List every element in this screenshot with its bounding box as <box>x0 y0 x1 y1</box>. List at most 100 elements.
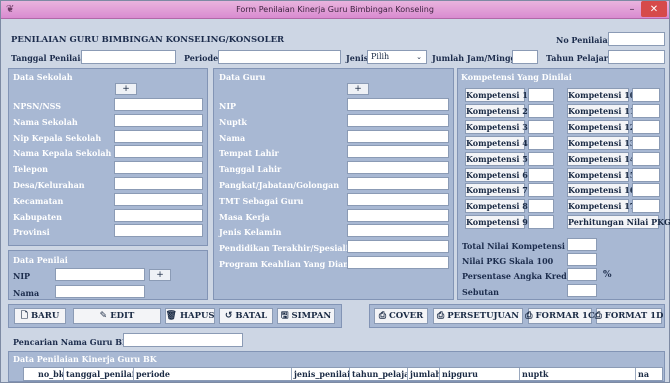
kompetensi-5-button[interactable]: Kompetensi 5 <box>465 151 528 166</box>
kompetensi-15-score[interactable] <box>632 167 660 182</box>
kompetensi-11-button[interactable]: Kompetensi 11 <box>567 103 635 118</box>
kompetensi-10-button[interactable]: Kompetensi 10 <box>567 88 635 102</box>
no-penilaian-input[interactable] <box>608 32 665 46</box>
sekolah-npsn-nss-input[interactable] <box>114 98 203 111</box>
kompetensi-1-button[interactable]: Kompetensi 1 <box>465 88 528 102</box>
kompetensi-5-score[interactable] <box>528 151 554 166</box>
kompetensi-10-score[interactable] <box>632 88 660 102</box>
kompetensi-7-button[interactable]: Kompetensi 7 <box>465 183 528 198</box>
guru-nuptk-input[interactable] <box>347 113 449 127</box>
tanggal-penilaian-input[interactable] <box>81 50 176 64</box>
perhitungan-nilai-pkg-button[interactable]: Perhitungan Nilai PKG <box>567 215 670 229</box>
kompetensi-6-button[interactable]: Kompetensi 6 <box>465 167 528 182</box>
sekolah-nama-sekolah-input[interactable] <box>114 113 203 127</box>
hapus-button[interactable]: 🗑 HAPUS <box>165 308 215 324</box>
sekolah-kecamatan-input[interactable] <box>114 192 203 206</box>
guru-tmt-sebagai-guru-input[interactable] <box>347 192 449 206</box>
kompetensi-17-score[interactable] <box>632 199 660 214</box>
trash-icon: 🗑 <box>165 311 177 321</box>
sekolah-nama-kepala-sekolah-input[interactable] <box>114 145 203 159</box>
guru-program-keahlian-yang-diampu-input[interactable] <box>347 256 449 269</box>
kompetensi-9-button[interactable]: Kompetensi 9 <box>465 215 528 230</box>
kompetensi-4-score[interactable] <box>528 135 554 150</box>
jenis-select[interactable]: Pilih ⌄ <box>367 50 427 64</box>
kompetensi-15-button[interactable]: Kompetensi 15 <box>567 167 635 182</box>
sekolah-desa-kelurahan-input[interactable] <box>114 177 203 190</box>
kompetensi-6-score[interactable] <box>528 167 554 182</box>
kompetensi-13-score[interactable] <box>632 135 660 150</box>
guru-nip-input[interactable] <box>347 98 449 111</box>
guru-tempat-lahir-input[interactable] <box>347 145 449 159</box>
kompetensi-2-button[interactable]: Kompetensi 2 <box>465 103 528 118</box>
batal-button[interactable]: ↺ BATAL <box>219 308 273 324</box>
add-penilai-button[interactable]: + <box>149 269 171 281</box>
add-sekolah-button[interactable]: + <box>115 83 137 95</box>
kompetensi-8-button[interactable]: Kompetensi 8 <box>465 199 528 214</box>
column-header-nuptk[interactable]: nuptk <box>520 368 636 380</box>
kompetensi-2-score[interactable] <box>528 103 554 118</box>
guru-masa-kerja-label: Masa Kerja <box>219 211 270 222</box>
kompetensi-12-score[interactable] <box>632 119 660 134</box>
kompetensi-4-button[interactable]: Kompetensi 4 <box>465 135 528 150</box>
kompetensi-13-button[interactable]: Kompetensi 13 <box>567 135 635 150</box>
kompetensi-3-score[interactable] <box>528 119 554 134</box>
persentase-output <box>567 268 597 281</box>
kompetensi-14-button[interactable]: Kompetensi 14 <box>567 151 635 166</box>
column-header-na[interactable]: na <box>636 368 670 380</box>
penilai-nip-input[interactable] <box>55 268 145 281</box>
edit-button[interactable]: ✎ EDIT <box>73 308 161 324</box>
guru-masa-kerja-input[interactable] <box>347 208 449 222</box>
column-header-nipguru[interactable]: nipguru <box>440 368 520 380</box>
kompetensi-7-score[interactable] <box>528 183 554 198</box>
search-input[interactable] <box>123 333 243 347</box>
guru-pangkat-jabatan-golongan-input[interactable] <box>347 177 449 190</box>
close-button[interactable]: ✕ <box>641 1 667 17</box>
kompetensi-1-score[interactable] <box>528 88 554 102</box>
kompetensi-16-button[interactable]: Kompetensi 16 <box>567 183 635 198</box>
guru-nip-label: NIP <box>219 101 237 111</box>
tahun-pelajaran-input[interactable] <box>608 50 665 64</box>
baru-button[interactable]: 🗋 BARU <box>14 308 66 324</box>
column-header-tahun-pelajaran[interactable]: tahun_pelajaran <box>350 368 408 380</box>
column-header-jenis-penilaian[interactable]: jenis_penilaian <box>292 368 350 380</box>
guru-jenis-kelamin-input[interactable] <box>347 224 449 238</box>
kompetensi-14-score[interactable] <box>632 151 660 166</box>
cover-button[interactable]: ⎙ COVER <box>374 308 428 324</box>
simpan-label: SIMPAN <box>291 311 332 321</box>
penilai-nama-input[interactable] <box>55 285 145 298</box>
kompetensi-11-score[interactable] <box>632 103 660 118</box>
simpan-button[interactable]: 🖫 SIMPAN <box>277 308 335 324</box>
minimize-button[interactable]: – <box>625 1 639 17</box>
guru-pendidikan-terakhir-spesialisas-input[interactable] <box>347 240 449 254</box>
kompetensi-9-score[interactable] <box>528 215 554 230</box>
guru-tempat-lahir-label: Tempat Lahir <box>219 148 279 159</box>
persetujuan-button[interactable]: ⎙ PERSETUJUAN <box>433 308 523 324</box>
print-icon: ⎙ <box>525 311 533 321</box>
sekolah-nip-kepala-sekolah-input[interactable] <box>114 129 203 143</box>
kompetensi-12-button[interactable]: Kompetensi 12 <box>567 119 635 134</box>
persentase-label: Persentase Angka Kredit <box>462 271 574 281</box>
sebutan-label: Sebutan <box>462 287 499 297</box>
periode-input[interactable] <box>218 50 341 64</box>
column-header-tanggal-penilaian[interactable]: tanggal_penilaian <box>64 368 134 380</box>
add-guru-button[interactable]: + <box>347 83 369 95</box>
kompetensi-8-score[interactable] <box>528 199 554 214</box>
column-header-no-bk[interactable]: no_bk <box>36 368 64 380</box>
guru-tanggal-lahir-input[interactable] <box>347 161 449 175</box>
percent-sign: % <box>603 270 612 280</box>
kompetensi-3-button[interactable]: Kompetensi 3 <box>465 119 528 134</box>
column-header-periode[interactable]: periode <box>134 368 292 380</box>
sebutan-output <box>567 284 597 297</box>
formar-1c-button[interactable]: ⎙ FORMAR 1C <box>525 308 595 324</box>
sekolah-provinsi-input[interactable] <box>114 224 203 238</box>
guru-nama-input[interactable] <box>347 129 449 143</box>
penilai-nip-label: NIP <box>13 271 31 281</box>
kompetensi-17-button[interactable]: Kompetensi 17 <box>567 199 635 214</box>
print-icon: ⎙ <box>594 311 602 321</box>
sekolah-telepon-input[interactable] <box>114 161 203 175</box>
jumlah-jam-input[interactable] <box>512 50 538 64</box>
format-1d-button[interactable]: ⎙ FORMAT 1D <box>594 308 663 324</box>
sekolah-kabupaten-input[interactable] <box>114 208 203 222</box>
column-header-jumlah-jam[interactable]: jumlah_jam <box>408 368 440 380</box>
kompetensi-16-score[interactable] <box>632 183 660 198</box>
